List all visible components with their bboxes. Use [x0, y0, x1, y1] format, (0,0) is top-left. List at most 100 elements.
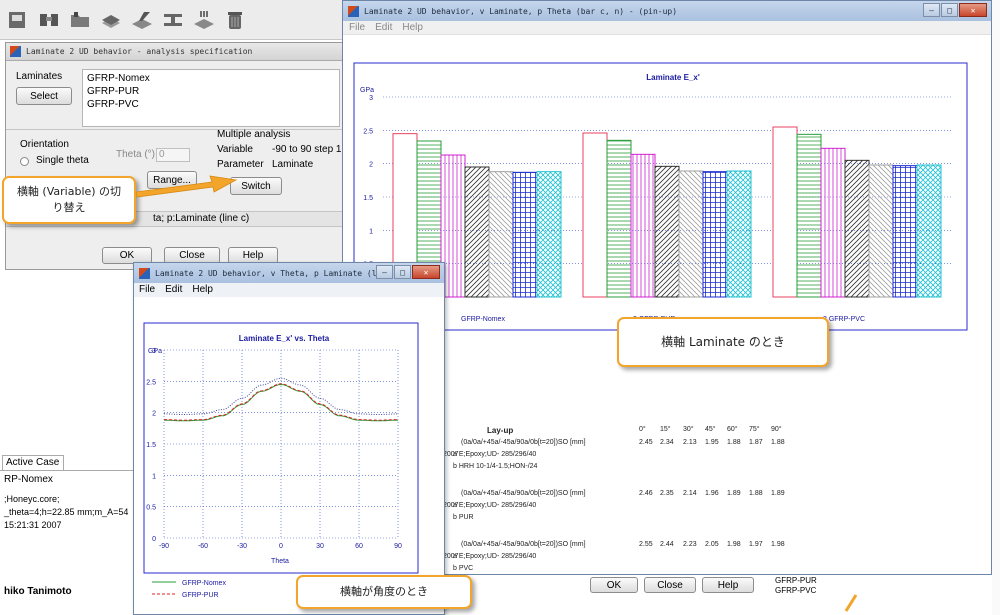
switch-callout: 横軸 (Variable) の切 り替え	[2, 176, 136, 224]
theta-input[interactable]: 0	[156, 148, 190, 162]
app-icon	[348, 5, 359, 17]
y-tick-label: 3	[369, 95, 373, 102]
bar-window-title: Laminate 2 UD behavior, v Laminate, p Th…	[364, 6, 678, 16]
dialog-titlebar: Laminate 2 UD behavior - analysis specif…	[6, 43, 342, 61]
value-cell: 2.35	[660, 490, 674, 497]
tab-active-case[interactable]: Active Case	[2, 455, 64, 470]
value-cell: 1.97	[749, 541, 763, 548]
maximize-icon[interactable]: □	[941, 3, 958, 17]
value-cell: 2.14	[683, 490, 697, 497]
layup-cell: (0a/0a/+45a/-45a/90a/0b[t=20])SO [mm]	[461, 541, 586, 548]
angle-header: 0°	[639, 426, 646, 433]
x-tick-label: 0	[279, 543, 283, 550]
main-toolbar	[0, 0, 345, 40]
value-cell: 1.88	[727, 439, 741, 446]
close-icon[interactable]: ✕	[412, 265, 440, 279]
list-item[interactable]: GFRP-PVC	[87, 98, 335, 111]
load-icon[interactable]	[190, 5, 218, 35]
open-icon[interactable]	[4, 5, 32, 35]
menu-help[interactable]: Help	[402, 21, 423, 34]
callout-text: り替え	[52, 201, 86, 214]
list-item[interactable]: GFRP-PUR	[87, 85, 335, 98]
menu-edit[interactable]: Edit	[375, 21, 392, 34]
x-tick-label: 60	[355, 543, 363, 550]
value-cell: 2.45	[639, 439, 653, 446]
x-tick-label: GFRP-Nomex	[461, 316, 505, 323]
angle-header: 15°	[660, 426, 671, 433]
menu-help[interactable]: Help	[192, 283, 213, 297]
folder-icon[interactable]	[66, 5, 94, 35]
bar	[512, 171, 538, 298]
angle-header: 60°	[727, 426, 738, 433]
lower-close-button[interactable]: Close	[644, 577, 696, 593]
layup-cell: (0a/0a/+45a/-45a/90a/0b[t=20])SO [mm]	[461, 439, 586, 446]
material-cell: a E;Epoxy;UD- 285/296/40	[453, 502, 537, 509]
value-cell: 2.44	[660, 541, 674, 548]
theta-line-window: Laminate 2 UD behavior, v Theta, p Lamin…	[133, 262, 445, 615]
y-axis-label: GPa	[360, 87, 374, 94]
value-cell: 1.88	[771, 439, 785, 446]
bar	[892, 165, 918, 298]
legend-label: GFRP-PUR	[182, 592, 219, 599]
value-cell: 1.88	[749, 490, 763, 497]
lower-ok-button[interactable]: OK	[590, 577, 638, 593]
theta-label: Theta (°)	[116, 149, 156, 160]
legend-label: GFRP-Nomex	[182, 580, 226, 587]
select-button[interactable]: Select	[16, 87, 72, 105]
x-tick-label: 90	[394, 543, 402, 550]
value-cell: 2.05	[705, 541, 719, 548]
bar	[654, 165, 680, 298]
single-theta-radio[interactable]	[20, 157, 29, 166]
maximize-icon[interactable]: □	[394, 265, 411, 279]
ply-edit-icon[interactable]	[128, 5, 156, 35]
bar	[702, 171, 728, 298]
menu-file[interactable]: File	[139, 283, 155, 297]
value-cell: 1.89	[727, 490, 741, 497]
lower-help-button[interactable]: Help	[702, 577, 754, 593]
value-cell: 1.98	[727, 541, 741, 548]
y-tick-label: 0.5	[146, 505, 156, 512]
close-icon[interactable]: ✕	[959, 3, 987, 17]
y-tick-label: 1.5	[146, 442, 156, 449]
y-tick-label: 1.5	[363, 195, 373, 202]
laminates-list[interactable]: GFRP-Nomex GFRP-PUR GFRP-PVC	[82, 69, 340, 127]
laminates-label: Laminates	[16, 71, 63, 82]
menu-file[interactable]: File	[349, 21, 365, 34]
case-detail: 15:21:31 2007	[4, 520, 62, 530]
trash-icon[interactable]	[221, 5, 249, 35]
y-tick-label: 1	[369, 228, 373, 235]
menu-edit[interactable]: Edit	[165, 283, 182, 297]
angle-axis-callout: 横軸が角度のとき	[296, 575, 472, 609]
chart-frame	[143, 322, 419, 574]
bar	[678, 170, 704, 298]
bar	[606, 139, 632, 298]
case-name: RP-Nomex	[4, 474, 53, 485]
beam-icon[interactable]	[159, 5, 187, 35]
angle-header: 75°	[749, 426, 760, 433]
lower-dialog-buttons: OK Close Help	[578, 575, 768, 600]
value-cell: 2.23	[683, 541, 697, 548]
analysis-spec-dialog: Laminate 2 UD behavior - analysis specif…	[5, 42, 343, 270]
bar	[488, 171, 514, 298]
value-cell: 1.87	[749, 439, 763, 446]
material-cell: a E;Epoxy;UD- 285/296/40	[453, 451, 537, 458]
single-theta-label: Single theta	[36, 155, 89, 166]
value-cell: 1.95	[705, 439, 719, 446]
multiple-analysis-label: Multiple analysis	[217, 129, 291, 140]
divider	[6, 129, 342, 130]
chart-title: Laminate E_x'	[646, 73, 700, 82]
minimize-icon[interactable]: –	[923, 3, 940, 17]
laminate-stack-icon[interactable]	[97, 5, 125, 35]
core-cell: b HRH 10-1/4-1.5;HON-/24	[453, 463, 538, 470]
bar	[582, 132, 608, 298]
binoculars-icon[interactable]	[35, 5, 63, 35]
bar	[820, 147, 846, 298]
x-tick-label: 30	[316, 543, 324, 550]
parameter-value: Laminate	[272, 159, 314, 170]
window-edge	[992, 0, 1000, 615]
value-cell: 2.13	[683, 439, 697, 446]
list-item[interactable]: GFRP-Nomex	[87, 72, 335, 85]
app-icon	[10, 46, 21, 57]
minimize-icon[interactable]: –	[376, 265, 393, 279]
value-cell: 1.98	[771, 541, 785, 548]
